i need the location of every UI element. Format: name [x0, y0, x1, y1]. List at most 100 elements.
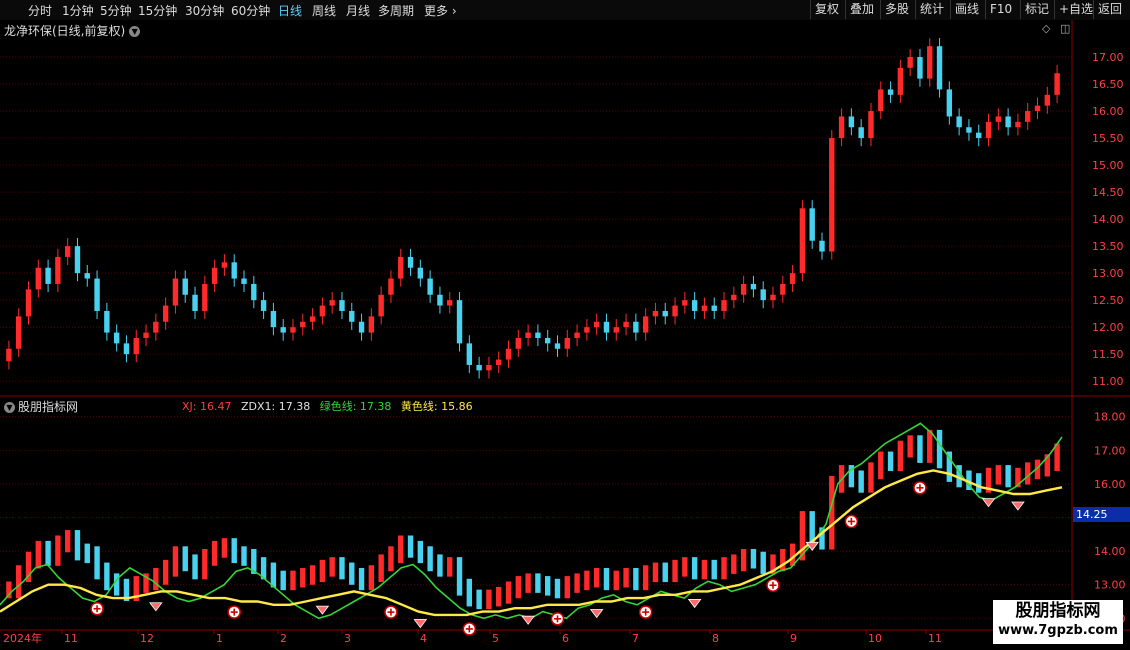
- indicator-bar: [466, 578, 473, 607]
- month-label: 11: [64, 632, 78, 645]
- candle-body: [388, 278, 394, 295]
- xj-value: XJ: 16.47: [182, 400, 232, 413]
- indicator-bar: [711, 559, 717, 580]
- price-tick-label: 12.50: [1092, 294, 1124, 307]
- indicator-bar: [584, 570, 590, 591]
- candle-body: [123, 343, 130, 355]
- indicator-bar: [740, 549, 747, 572]
- indicator-bar: [182, 546, 188, 572]
- stock-title[interactable]: 龙净环保(日线,前复权) ▼: [4, 22, 141, 39]
- diamond-icon[interactable]: ◇: [1042, 22, 1050, 35]
- candle-body: [711, 305, 717, 311]
- candle-body: [172, 278, 179, 306]
- indicator-bar: [74, 530, 81, 561]
- candle-body: [721, 300, 727, 311]
- candle-body: [251, 283, 257, 301]
- candle-body: [642, 316, 649, 333]
- candle-body: [750, 283, 757, 290]
- candle-body: [946, 89, 953, 117]
- indicator-bar: [525, 573, 531, 593]
- candle-body: [603, 321, 610, 333]
- candle-body: [985, 121, 992, 139]
- price-tick-label: 16.50: [1092, 78, 1124, 91]
- chevron-down-icon[interactable]: ▼: [129, 26, 141, 37]
- month-label: 9: [790, 632, 797, 645]
- chevron-down-icon[interactable]: ▼: [4, 402, 15, 413]
- candle-body: [1005, 116, 1011, 128]
- candle-body: [535, 332, 541, 338]
- candle-body: [6, 348, 12, 362]
- indicator-bar: [319, 559, 326, 583]
- candle-body: [799, 208, 806, 274]
- indicator-bar: [309, 565, 316, 585]
- month-label: 12: [140, 632, 154, 645]
- kline-chart[interactable]: 17.00 16.50 16.00 15.50 15.00 14.50 14.00 13.50…: [0, 0, 1130, 650]
- indicator-bar: [417, 540, 424, 564]
- candle-body: [868, 111, 874, 139]
- candle-body: [760, 289, 766, 301]
- candle-body: [1025, 111, 1031, 122]
- price-tick-label: 17.00: [1092, 51, 1124, 64]
- indicator-bar: [358, 567, 365, 591]
- indicator-bar: [1005, 465, 1011, 488]
- candle-body: [368, 316, 375, 333]
- month-label: 10: [868, 632, 882, 645]
- candle-body: [231, 262, 237, 279]
- indicator-title[interactable]: ▼ 股朋指标网: [4, 398, 78, 415]
- indicator-bar: [329, 557, 335, 577]
- month-label: 5: [492, 632, 499, 645]
- sell-signal-icon: [589, 609, 604, 619]
- ind-tick-label: 13.00: [1094, 579, 1126, 592]
- candle-body: [838, 116, 845, 139]
- sell-signal-icon: [413, 619, 428, 629]
- candle-body: [94, 278, 100, 311]
- sell-signal-icon: [981, 498, 996, 508]
- month-label: 3: [344, 632, 351, 645]
- window-controls: ◇ ◫: [1042, 22, 1070, 35]
- ind-tick-label: 17.00: [1094, 444, 1126, 457]
- candle-body: [917, 57, 923, 79]
- month-label: 4: [420, 632, 427, 645]
- indicator-bar: [780, 549, 786, 572]
- month-label: 6: [562, 632, 569, 645]
- indicator-bar: [642, 565, 649, 591]
- yellow-line-value: 黄色线: 15.86: [400, 400, 473, 413]
- candle-body: [936, 46, 943, 90]
- indicator-bar: [172, 546, 179, 577]
- candle-body: [496, 359, 502, 365]
- candle-body: [280, 327, 286, 333]
- indicator-bar: [153, 567, 159, 591]
- candle-body: [133, 337, 139, 355]
- sell-signal-icon: [1011, 501, 1025, 511]
- candle-body: [682, 300, 688, 306]
- price-tick-label: 11.50: [1092, 348, 1124, 361]
- indicator-bar: [721, 557, 727, 580]
- indicator-bar: [907, 435, 913, 458]
- candle-body: [584, 327, 590, 333]
- indicator-bar: [64, 530, 71, 553]
- month-label: 7: [632, 632, 639, 645]
- indicator-bar: [936, 429, 943, 469]
- green-line-value: 绿色线: 17.38: [319, 400, 392, 413]
- indicator-bar: [378, 554, 384, 583]
- indicator-bar: [976, 473, 982, 493]
- indicator-bar: [45, 540, 51, 566]
- candle-body: [407, 256, 414, 268]
- indicator-bar: [55, 535, 61, 566]
- indicator-bar: [593, 567, 600, 588]
- indicator-bar: [652, 562, 659, 583]
- indicator-bar: [623, 567, 629, 588]
- candle-body: [84, 273, 90, 279]
- candle-body: [153, 321, 159, 333]
- candle-body: [113, 332, 120, 344]
- candle-body: [574, 332, 580, 338]
- candle-body: [623, 321, 629, 328]
- indicator-bar: [554, 578, 561, 599]
- candle-body: [819, 240, 825, 252]
- candle-body: [525, 332, 531, 338]
- candle-body: [358, 321, 365, 333]
- panel-toggle-icon[interactable]: ◫: [1060, 22, 1070, 35]
- indicator-bar: [672, 559, 678, 583]
- price-tick-label: 12.00: [1092, 321, 1124, 334]
- candle-body: [427, 278, 433, 295]
